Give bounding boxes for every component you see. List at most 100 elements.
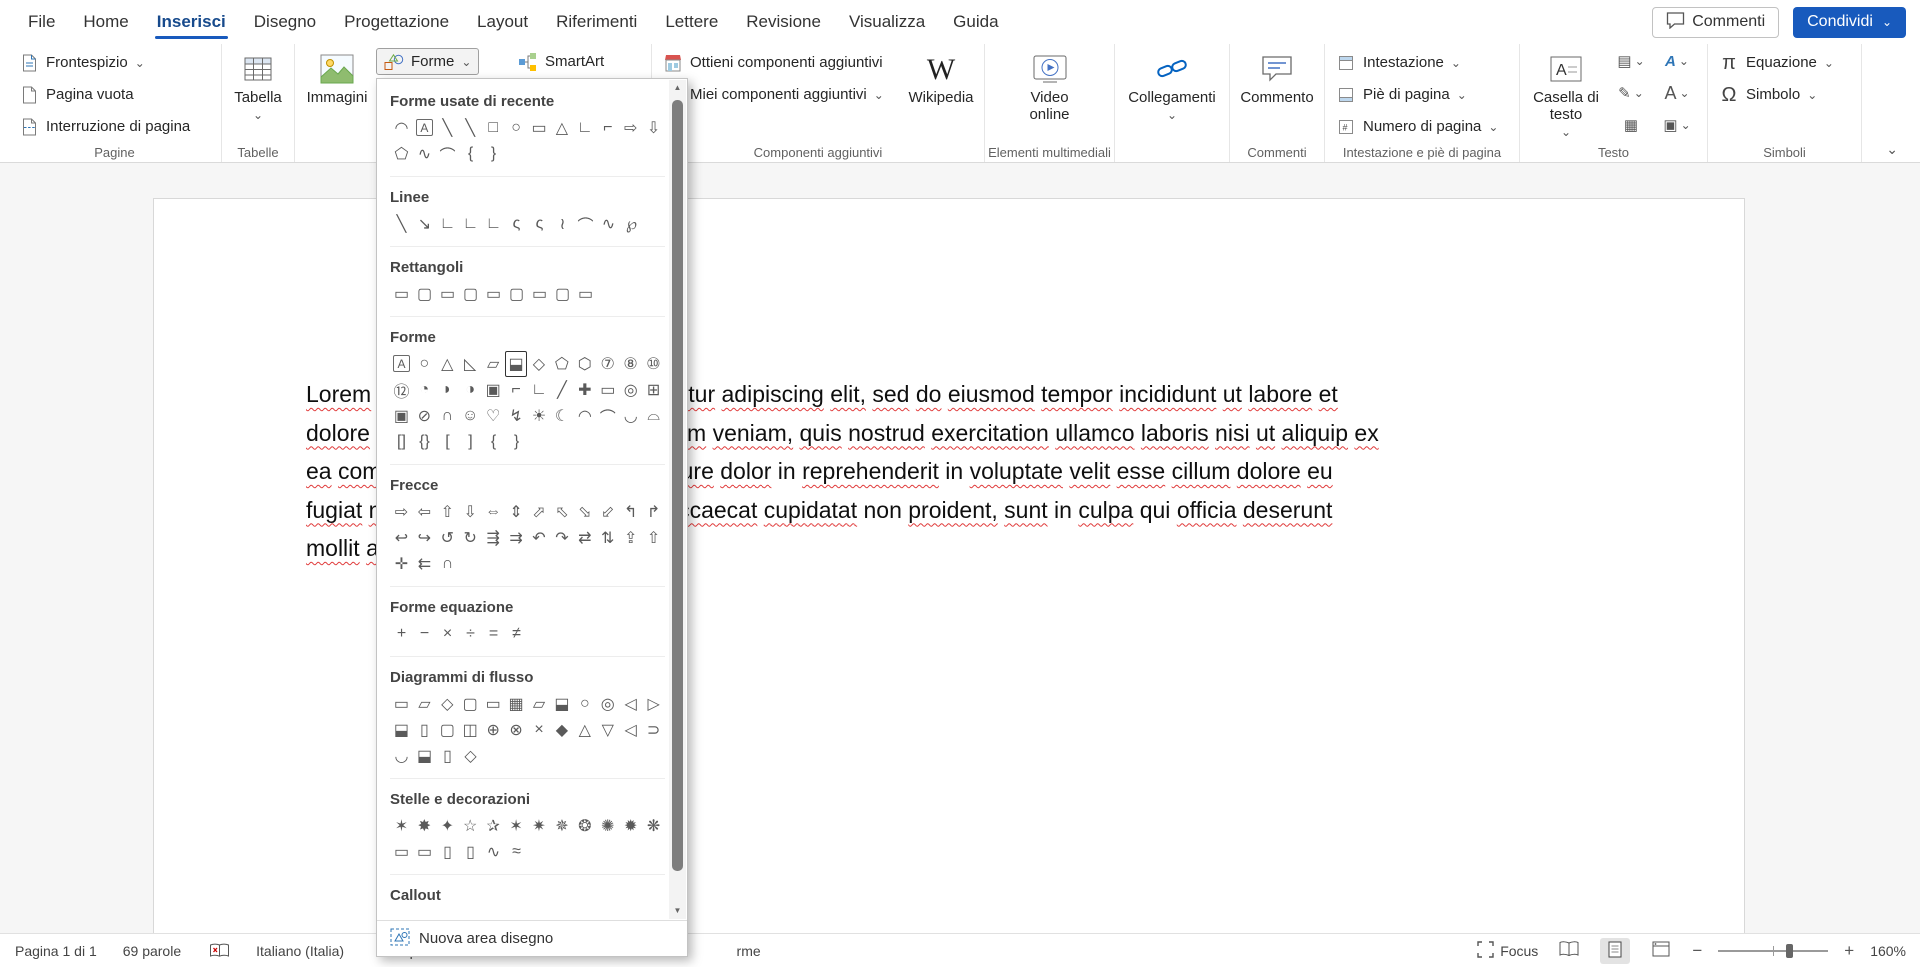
shape-item[interactable]: ◁: [619, 717, 642, 743]
shape-item[interactable]: ▭: [436, 281, 459, 307]
shape-item[interactable]: ◁: [619, 691, 642, 717]
zoom-slider-thumb[interactable]: [1786, 944, 1793, 958]
shape-item[interactable]: ⌓: [642, 403, 665, 429]
read-mode-button[interactable]: [1554, 938, 1584, 964]
shape-item[interactable]: ╲: [390, 211, 413, 237]
shape-item[interactable]: ⊘: [413, 403, 436, 429]
pie-di-pagina-button[interactable]: Piè di pagina ⌄: [1329, 80, 1515, 109]
shape-item[interactable]: ⇧: [642, 525, 665, 551]
scroll-up-icon[interactable]: ▲: [669, 80, 686, 96]
shape-item[interactable]: ❋: [642, 813, 665, 839]
scrollbar-thumb[interactable]: [672, 100, 683, 871]
shape-item[interactable]: ∟: [482, 211, 505, 237]
shape-item[interactable]: ↱: [642, 499, 665, 525]
shape-item[interactable]: ∟: [528, 377, 551, 403]
shape-item[interactable]: ⇶: [482, 525, 505, 551]
shape-item[interactable]: ▢: [436, 717, 459, 743]
shape-item[interactable]: ⌒: [436, 141, 459, 167]
shape-item[interactable]: ⇨: [619, 115, 642, 141]
shape-item[interactable]: ☀: [528, 403, 551, 429]
shape-item[interactable]: △: [550, 115, 573, 141]
shape-item[interactable]: ⬃: [596, 499, 619, 525]
shape-item[interactable]: ☆: [459, 813, 482, 839]
shape-item[interactable]: ◡: [619, 403, 642, 429]
shape-item[interactable]: ◆: [550, 717, 573, 743]
simbolo-button[interactable]: Ω Simbolo ⌄: [1712, 80, 1857, 109]
shape-item[interactable]: ✷: [528, 813, 551, 839]
shape-item[interactable]: ◠: [573, 403, 596, 429]
shape-item[interactable]: ∟: [459, 211, 482, 237]
shape-item[interactable]: ↯: [505, 403, 528, 429]
shape-item[interactable]: ↷: [550, 525, 573, 551]
shape-item[interactable]: {: [459, 141, 482, 167]
shape-item[interactable]: A: [416, 119, 433, 136]
shape-item[interactable]: ⬓: [505, 351, 528, 377]
shape-item[interactable]: ≀: [551, 211, 574, 237]
shape-item[interactable]: ⬓: [550, 691, 573, 717]
shape-item[interactable]: ▯: [436, 743, 459, 769]
shape-item[interactable]: ◡: [390, 743, 413, 769]
shape-item[interactable]: ς: [528, 211, 551, 237]
page-indicator[interactable]: Pagina 1 di 1: [15, 943, 97, 959]
shape-item[interactable]: ∟: [436, 211, 459, 237]
shape-item[interactable]: ▭: [482, 691, 505, 717]
shape-item[interactable]: ╲: [436, 115, 459, 141]
shape-item[interactable]: ☺: [459, 403, 482, 429]
shape-item[interactable]: ↩: [390, 525, 413, 551]
shape-item[interactable]: ↪: [413, 525, 436, 551]
shape-item[interactable]: ]: [459, 429, 482, 455]
zoom-in-button[interactable]: +: [1844, 941, 1854, 961]
miei-componenti-button[interactable]: Miei componenti aggiuntivi ⌄: [656, 80, 898, 109]
shape-item[interactable]: ⑦: [596, 351, 619, 377]
equazione-button[interactable]: π Equazione ⌄: [1712, 48, 1857, 77]
shape-item[interactable]: {: [482, 429, 505, 455]
shape-item[interactable]: ⇅: [596, 525, 619, 551]
shape-item[interactable]: ⇦: [413, 499, 436, 525]
shape-item[interactable]: ⇨: [390, 499, 413, 525]
web-layout-button[interactable]: [1646, 938, 1676, 964]
shape-item[interactable]: ⌒: [574, 211, 597, 237]
collegamenti-button[interactable]: Collegamenti ⌄: [1120, 46, 1224, 121]
shape-item[interactable]: ◫: [459, 717, 482, 743]
shape-item[interactable]: ○: [413, 351, 436, 377]
shape-item[interactable]: ∿: [597, 211, 620, 237]
shape-item[interactable]: ↰: [619, 499, 642, 525]
shape-item[interactable]: ╲: [459, 115, 482, 141]
shape-item[interactable]: ⬠: [390, 141, 413, 167]
shape-item[interactable]: ◇: [459, 743, 482, 769]
tab-revisione[interactable]: Revisione: [732, 0, 835, 44]
shape-item[interactable]: ÷: [459, 621, 482, 647]
shape-item[interactable]: ▱: [413, 691, 436, 717]
shape-item[interactable]: ❂: [573, 813, 596, 839]
shape-item[interactable]: ▭: [390, 691, 413, 717]
shape-item[interactable]: ✵: [550, 813, 573, 839]
shape-item[interactable]: ▣: [390, 403, 413, 429]
shape-item[interactable]: ✸: [413, 813, 436, 839]
shape-item[interactable]: ▱: [528, 691, 551, 717]
shape-item[interactable]: ∟: [573, 115, 596, 141]
shape-item[interactable]: []: [390, 429, 413, 455]
shape-item[interactable]: ▦: [505, 691, 528, 717]
shape-item[interactable]: ▭: [596, 377, 619, 403]
shape-item[interactable]: ▯: [413, 717, 436, 743]
commento-button[interactable]: Commento: [1235, 46, 1319, 106]
shape-item[interactable]: ∩: [436, 403, 459, 429]
shape-item[interactable]: ▭: [413, 839, 436, 865]
shape-item[interactable]: ◎: [596, 691, 619, 717]
shape-item[interactable]: ∿: [413, 141, 436, 167]
shape-item[interactable]: ▭: [574, 281, 597, 307]
shape-item[interactable]: ⑧: [619, 351, 642, 377]
shape-item[interactable]: ↻: [459, 525, 482, 551]
shape-item[interactable]: □: [482, 115, 505, 141]
shape-item[interactable]: ▭: [528, 281, 551, 307]
shape-item[interactable]: ⇇: [413, 551, 436, 577]
smartart-button[interactable]: SmartArt: [511, 48, 611, 75]
shape-item[interactable]: ⬠: [550, 351, 573, 377]
collapse-ribbon-button[interactable]: ⌄: [1886, 141, 1898, 158]
shape-item[interactable]: ⬓: [390, 717, 413, 743]
shape-item[interactable]: ▯: [436, 839, 459, 865]
shape-item[interactable]: ◺: [459, 351, 482, 377]
shape-item[interactable]: ⊕: [482, 717, 505, 743]
shape-item[interactable]: ⬡: [573, 351, 596, 377]
shape-item[interactable]: △: [436, 351, 459, 377]
